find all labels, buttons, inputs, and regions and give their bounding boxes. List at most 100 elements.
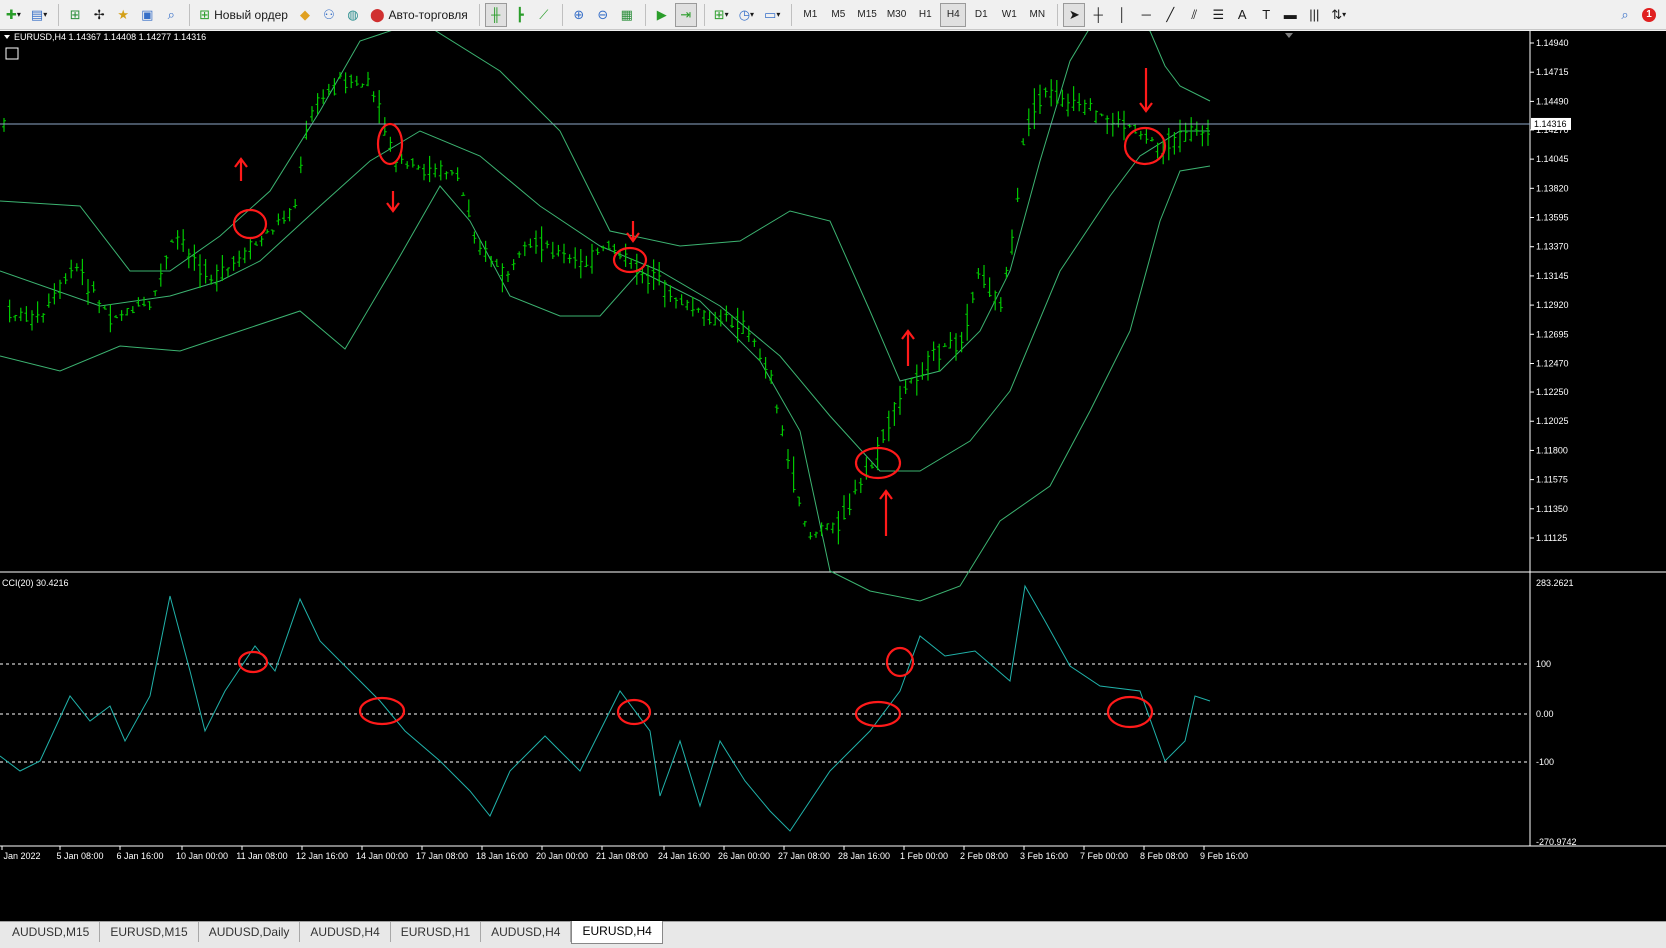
price-scale-label: 1.12025 — [1536, 416, 1569, 426]
chart-window[interactable]: 1.149401.147151.144901.142701.140451.138… — [0, 31, 1666, 921]
templates-button[interactable]: ▭ ▾ — [760, 3, 784, 27]
price-scale-label: 1.12470 — [1536, 358, 1569, 368]
profiles-button[interactable]: ▤ ▾ — [27, 3, 51, 27]
timeframe-h1-button[interactable]: H1 — [912, 3, 938, 27]
arrows-button[interactable]: ⇅ ▾ — [1327, 3, 1350, 27]
autotrading-label: Авто-торговля — [388, 7, 468, 22]
market-watch-icon: ⊞ — [69, 7, 81, 22]
globe-icon: ◍ — [347, 7, 359, 22]
notifications-button[interactable]: 1 — [1638, 3, 1660, 27]
timeframe-d1-button[interactable]: D1 — [968, 3, 994, 27]
rectangle-button[interactable]: ▬ — [1279, 3, 1301, 27]
trendline-button[interactable]: ╱ — [1159, 3, 1181, 27]
toolbar-separator — [1057, 3, 1059, 26]
cci-scale-label: 100 — [1536, 659, 1551, 669]
text-label-button[interactable]: T — [1255, 3, 1277, 27]
cci-line — [0, 584, 1211, 832]
equidistant-channel-button[interactable]: ⫽ — [1183, 3, 1205, 27]
data-window-button[interactable]: ✢ — [88, 3, 110, 27]
crosshair-button[interactable]: ┼ — [1087, 3, 1109, 27]
new-chart-icon: ✚ — [6, 7, 17, 22]
timeframe-h4-button[interactable]: H4 — [940, 2, 967, 27]
zoom-in-button[interactable]: ⊕ — [568, 3, 590, 27]
auto-scroll-icon: ▶ — [656, 7, 667, 22]
time-scale-label: 5 Jan 08:00 — [56, 851, 103, 861]
time-scale-label: 18 Jan 16:00 — [476, 851, 528, 861]
terminal-button[interactable]: ▣ — [136, 3, 158, 27]
indicators-button[interactable]: ⊞ ▾ — [710, 3, 733, 27]
horizontal-line-button[interactable]: ─ — [1135, 3, 1157, 27]
profiles-icon: ▤ — [30, 7, 44, 22]
timeframe-mn-button[interactable]: MN — [1024, 3, 1050, 27]
line-chart-button[interactable]: ⟋ — [533, 3, 555, 27]
metaeditor-icon: ◆ — [299, 7, 310, 22]
line-chart-icon: ⟋ — [539, 7, 549, 22]
navigator-button[interactable]: ★ — [112, 3, 134, 27]
timeframe-m5-button[interactable]: M5 — [825, 3, 851, 27]
zoom-out-button[interactable]: ⊖ — [592, 3, 614, 27]
chart-tab[interactable]: EURUSD,H4 — [571, 921, 663, 944]
channel-icon: ⫽ — [1191, 7, 1198, 22]
chart-tab[interactable]: AUDUSD,Daily — [198, 922, 301, 942]
vertical-line-button[interactable]: │ — [1111, 3, 1133, 27]
candlestick-icon: ┣ — [515, 7, 524, 22]
bollinger-lower-band — [0, 165, 1211, 602]
search-button[interactable]: ⌕ — [1614, 3, 1636, 27]
new-chart-button[interactable]: ✚ ▾ — [2, 3, 25, 27]
chart-tab[interactable]: AUDUSD,M15 — [2, 922, 101, 942]
metaeditor-button[interactable]: ◆ — [294, 3, 316, 27]
toolbar-separator — [561, 3, 563, 26]
price-scale-label: 1.14045 — [1536, 154, 1569, 164]
strategy-tester-button[interactable]: ⌕ — [160, 3, 182, 27]
timeframe-m1-button[interactable]: M1 — [797, 3, 823, 27]
new-order-label: Новый ордер — [214, 7, 288, 22]
text-button[interactable]: A — [1231, 3, 1253, 27]
candlestick-button[interactable]: ┣ — [509, 3, 531, 27]
main-toolbar: ✚ ▾ ▤ ▾ ⊞ ✢ ★ ▣ ⌕ ⊞ Новый ордер ◆ ⚇ ◍ ⬤ Авто… — [0, 0, 1666, 30]
bar-chart-button[interactable]: ╫ — [484, 2, 507, 27]
timeframe-m15-button[interactable]: M15 — [853, 3, 880, 27]
terminal-icon: ▣ — [141, 7, 154, 22]
timeframe-w1-button[interactable]: W1 — [996, 3, 1022, 27]
market-button[interactable]: ◍ — [342, 3, 364, 27]
chart-shift-button[interactable]: ⇥ — [674, 2, 697, 27]
price-scale-label: 1.13595 — [1536, 213, 1569, 223]
market-watch-button[interactable]: ⊞ — [64, 3, 86, 27]
fibonacci-button[interactable]: ☰ — [1207, 3, 1229, 27]
time-scale-label: 14 Jan 00:00 — [356, 851, 408, 861]
chart-tab[interactable]: EURUSD,M15 — [100, 922, 199, 942]
chart-tab[interactable]: AUDUSD,H4 — [300, 922, 391, 942]
price-scale-label: 1.12695 — [1536, 329, 1569, 339]
toolbar-separator — [58, 3, 60, 26]
price-scale-label: 1.11575 — [1536, 475, 1568, 485]
collapse-triangle-icon — [4, 35, 10, 39]
price-scale-label: 1.11125 — [1536, 533, 1567, 543]
signals-button[interactable]: ⚇ — [318, 3, 340, 27]
auto-scroll-button[interactable]: ▶ — [651, 3, 673, 27]
time-scale-label: 20 Jan 00:00 — [536, 851, 588, 861]
time-scale-label: 21 Jan 08:00 — [596, 851, 648, 861]
cursor-button[interactable]: ➤ — [1063, 2, 1086, 27]
timeframe-m30-button[interactable]: M30 — [883, 3, 910, 27]
gann-icon: ||| — [1309, 7, 1320, 22]
tile-icon: ▦ — [620, 7, 633, 22]
time-scale-label: 28 Jan 16:00 — [838, 851, 890, 861]
price-scale-label: 1.11800 — [1536, 445, 1568, 455]
chart-info-text: EURUSD,H4 1.14367 1.14408 1.14277 1.1431… — [14, 32, 206, 42]
chart-tab[interactable]: EURUSD,H1 — [390, 922, 482, 942]
time-scale-label: Jan 2022 — [3, 851, 40, 861]
crosshair-tool-icon: ┼ — [1093, 7, 1103, 22]
annotation-circle — [616, 698, 652, 726]
chart-canvas[interactable]: 1.149401.147151.144901.142701.140451.138… — [0, 31, 1666, 921]
new-order-button[interactable]: ⊞ Новый ордер — [195, 3, 292, 27]
time-scale-label: 17 Jan 08:00 — [416, 851, 468, 861]
price-scale-label: 1.12920 — [1536, 300, 1569, 310]
periods-button[interactable]: ◷ ▾ — [735, 3, 758, 27]
autotrading-button[interactable]: ⬤ Авто-торговля — [366, 3, 472, 27]
chart-shift-marker-icon — [1285, 33, 1293, 38]
time-scale-label: 12 Jan 16:00 — [296, 851, 348, 861]
chart-tab[interactable]: AUDUSD,H4 — [481, 922, 572, 942]
tile-windows-button[interactable]: ▦ — [616, 3, 638, 27]
annotation-circle — [1106, 695, 1154, 729]
gann-button[interactable]: ||| — [1303, 3, 1325, 27]
